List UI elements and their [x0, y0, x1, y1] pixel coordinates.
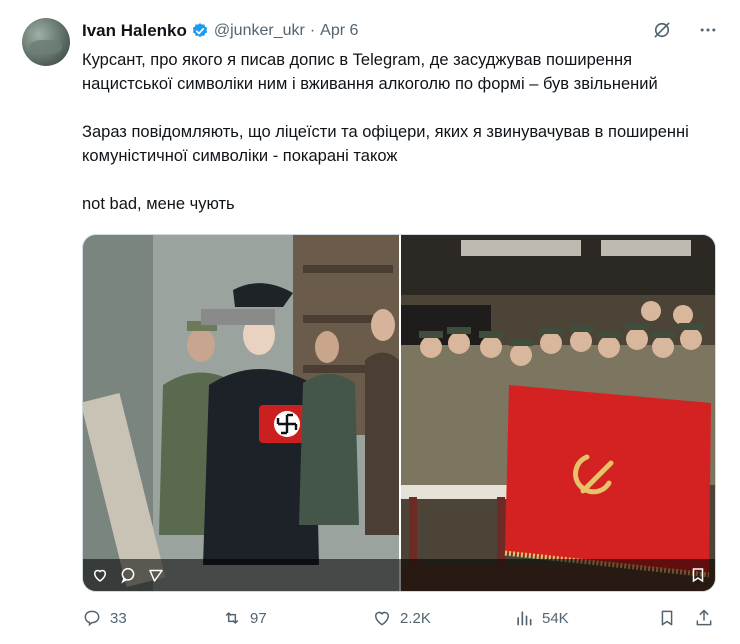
author-name[interactable]: Ivan Halenko	[82, 21, 187, 41]
more-options-icon[interactable]	[698, 20, 718, 40]
bookmark-media-icon[interactable]	[689, 566, 707, 584]
like-count: 2.2K	[400, 609, 431, 627]
media-overlay-bar	[83, 559, 715, 591]
reply-button[interactable]: 33	[82, 608, 127, 628]
tweet-paragraph-3: not bad, мене чують	[82, 195, 235, 213]
cadets-photo-illustration	[401, 235, 715, 591]
tweet-text: Курсант, про якого я писав допис в Teleg…	[82, 48, 722, 240]
views-icon	[517, 611, 532, 626]
views-button[interactable]: 54K	[514, 608, 569, 628]
tweet[interactable]: Ivan Halenko @junker_ukr · Apr 6 Курсант…	[0, 0, 740, 644]
repost-button[interactable]: 97	[222, 608, 267, 628]
bookmark-button[interactable]	[657, 608, 677, 628]
tweet-paragraph-1: Курсант, про якого я писав допис в Teleg…	[82, 51, 658, 93]
bookmark-icon	[661, 610, 673, 626]
repost-icon	[225, 612, 239, 624]
media-image-cadets-flag[interactable]	[401, 235, 715, 591]
tweet-header: Ivan Halenko @junker_ukr · Apr 6	[82, 20, 358, 42]
reply-count: 33	[110, 609, 127, 627]
repost-count: 97	[250, 609, 267, 627]
like-button[interactable]: 2.2K	[372, 608, 431, 628]
red-flag	[505, 385, 711, 575]
media-image-uniforms[interactable]	[83, 235, 399, 591]
heart-icon	[375, 611, 389, 626]
share-icon	[696, 609, 712, 626]
reply-media-icon[interactable]	[119, 566, 137, 584]
tweet-paragraph-2: Зараз повідомляють, що ліцеїсти та офіце…	[82, 123, 689, 165]
separator-dot: ·	[309, 22, 316, 39]
share-button[interactable]	[694, 608, 714, 628]
tweet-media	[82, 234, 716, 592]
reply-icon	[84, 610, 100, 627]
tweet-actions: 33 97 2.2K 54K	[82, 608, 718, 632]
share-media-icon[interactable]	[147, 566, 165, 584]
avatar[interactable]	[22, 18, 70, 66]
view-count: 54K	[542, 609, 569, 627]
tweet-top-actions	[652, 20, 718, 40]
grok-icon[interactable]	[652, 20, 672, 40]
verified-badge-icon	[192, 23, 208, 38]
like-media-icon[interactable]	[91, 566, 109, 584]
author-handle[interactable]: @junker_ukr	[214, 22, 305, 40]
uniforms-photo-illustration	[83, 235, 399, 591]
tweet-date[interactable]: Apr 6	[320, 22, 358, 40]
